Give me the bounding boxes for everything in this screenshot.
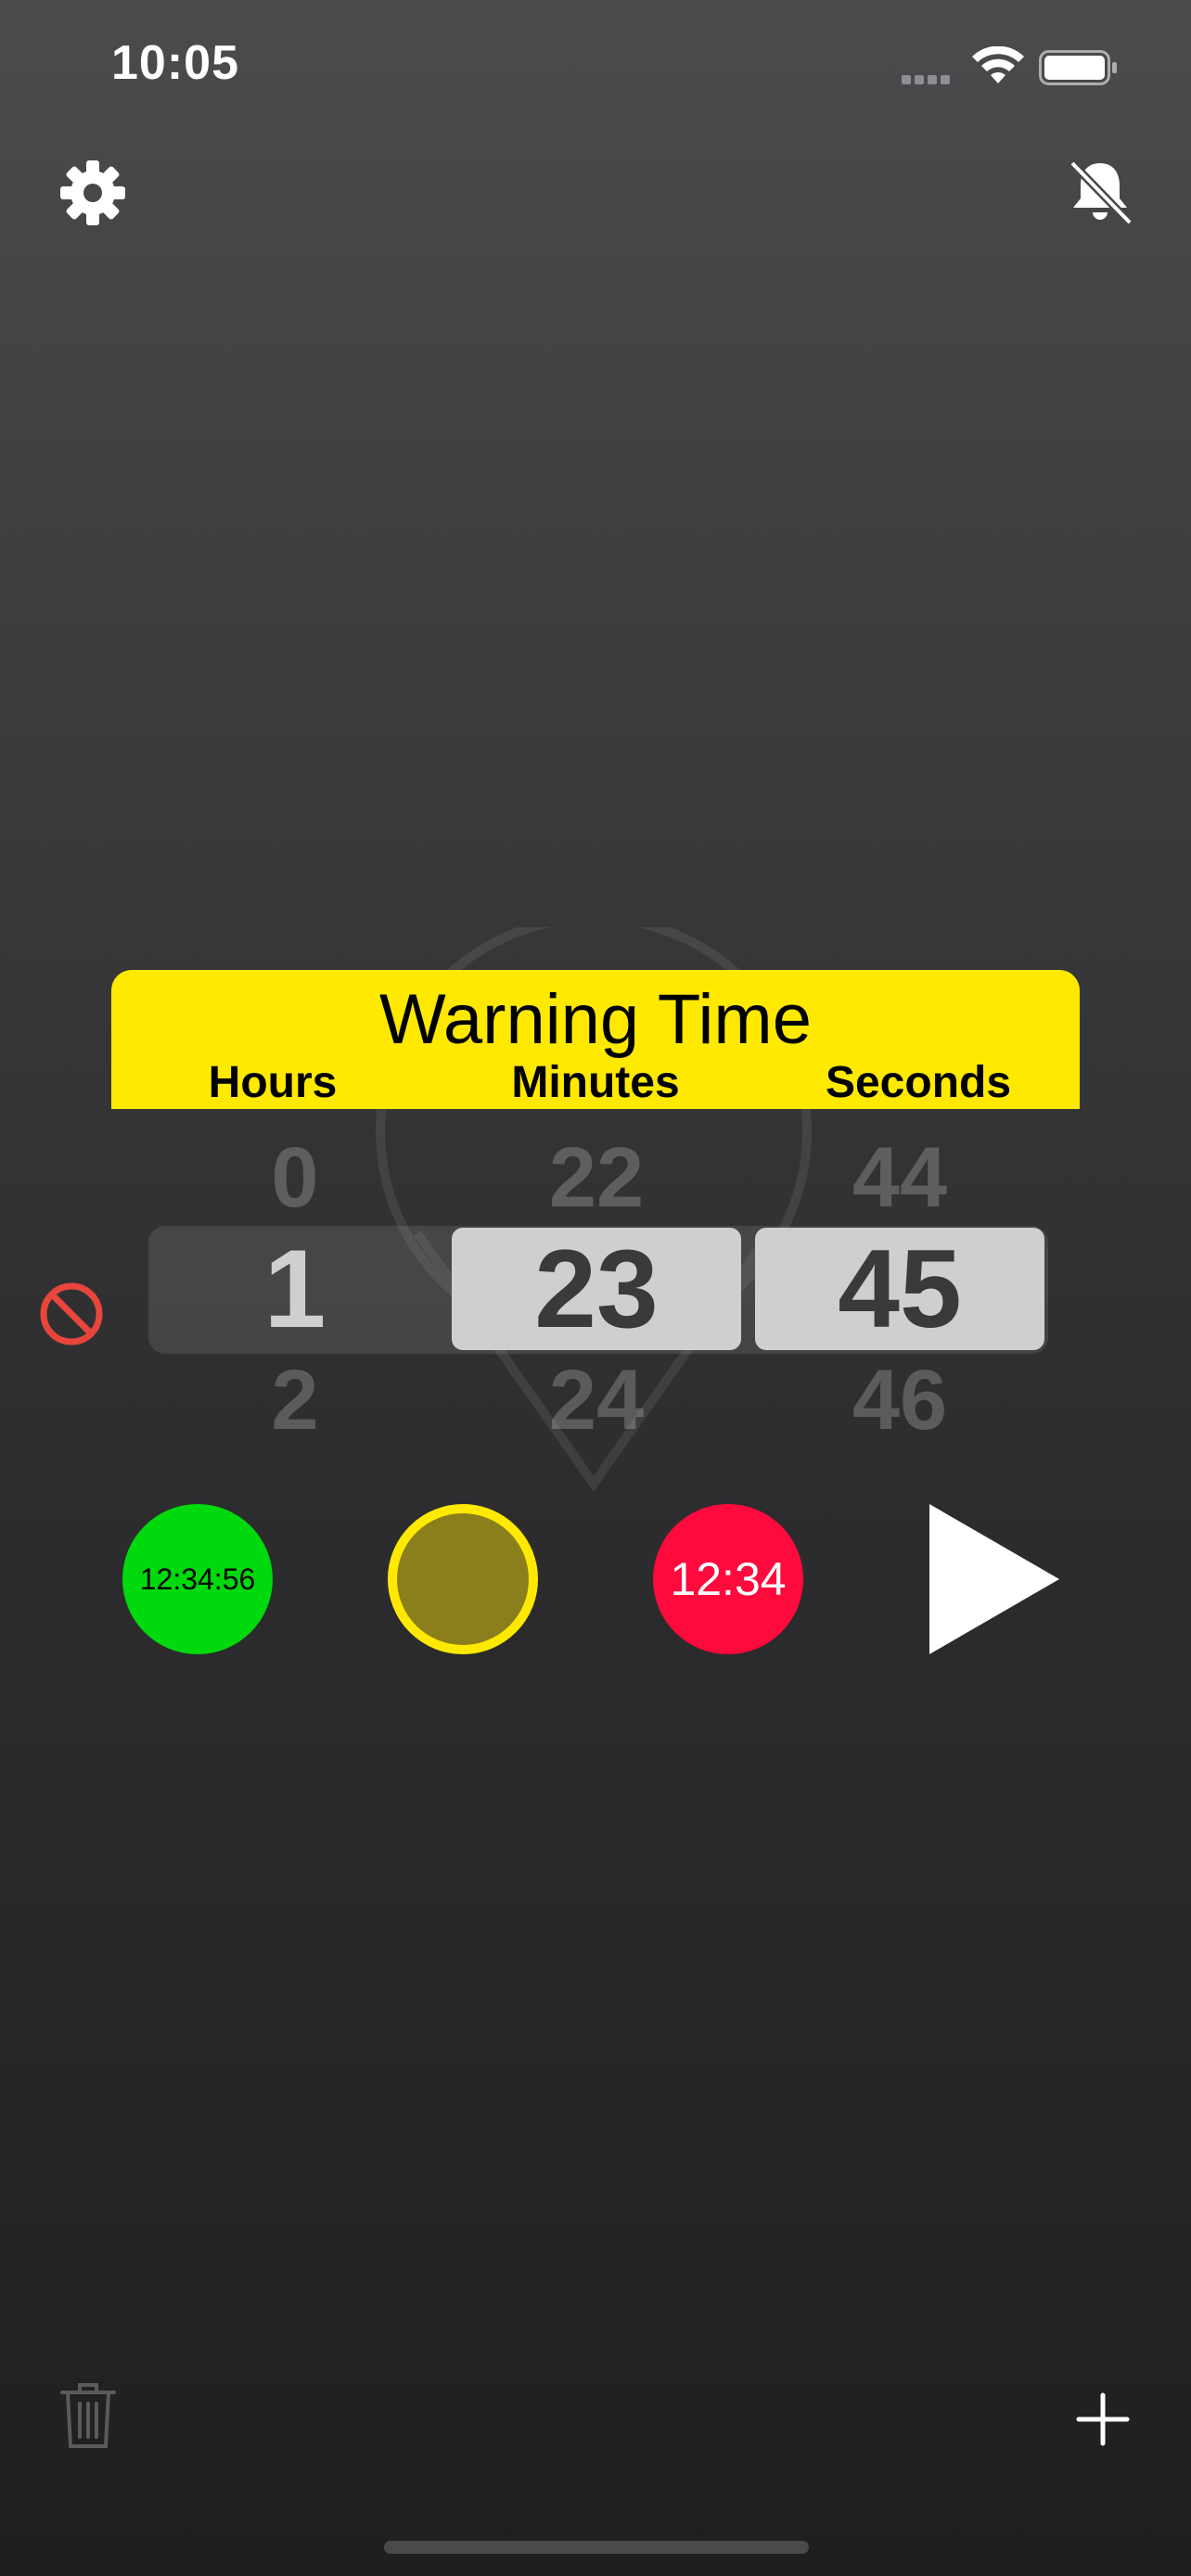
battery-icon — [1039, 50, 1117, 85]
red-phase-label: 12:34 — [670, 1553, 787, 1605]
green-phase-label: 12:34:56 — [139, 1562, 256, 1596]
minutes-label: Minutes — [511, 1058, 680, 1107]
minutes-selected[interactable]: 23 — [448, 1226, 745, 1352]
minutes-option-above[interactable]: 22 — [448, 1131, 745, 1224]
prohibit-icon[interactable] — [37, 1280, 106, 1348]
wifi-icon — [972, 46, 1024, 83]
hours-option-above[interactable]: 0 — [147, 1131, 443, 1224]
cellular-signal-icon — [902, 72, 961, 84]
yellow-phase-button[interactable] — [388, 1504, 538, 1654]
status-time: 10:05 — [111, 36, 239, 90]
seconds-label: Seconds — [825, 1058, 1012, 1107]
red-phase-button[interactable]: 12:34 — [653, 1504, 803, 1654]
hours-selected[interactable]: 1 — [147, 1226, 443, 1352]
play-icon[interactable] — [928, 1502, 1061, 1656]
seconds-selected[interactable]: 45 — [751, 1226, 1048, 1352]
hours-option-below[interactable]: 2 — [147, 1354, 443, 1447]
trash-icon[interactable] — [59, 2381, 117, 2450]
plus-icon[interactable] — [1076, 2392, 1130, 2446]
bell-slash-icon[interactable] — [1065, 158, 1135, 228]
seconds-option-above[interactable]: 44 — [751, 1131, 1048, 1224]
seconds-option-below[interactable]: 46 — [751, 1354, 1048, 1447]
gear-icon[interactable] — [59, 159, 126, 226]
home-indicator[interactable] — [384, 2541, 809, 2554]
minutes-option-below[interactable]: 24 — [448, 1354, 745, 1447]
hours-label: Hours — [208, 1058, 338, 1107]
panel-title: Warning Time — [379, 980, 812, 1059]
green-phase-button[interactable]: 12:34:56 — [122, 1504, 273, 1654]
